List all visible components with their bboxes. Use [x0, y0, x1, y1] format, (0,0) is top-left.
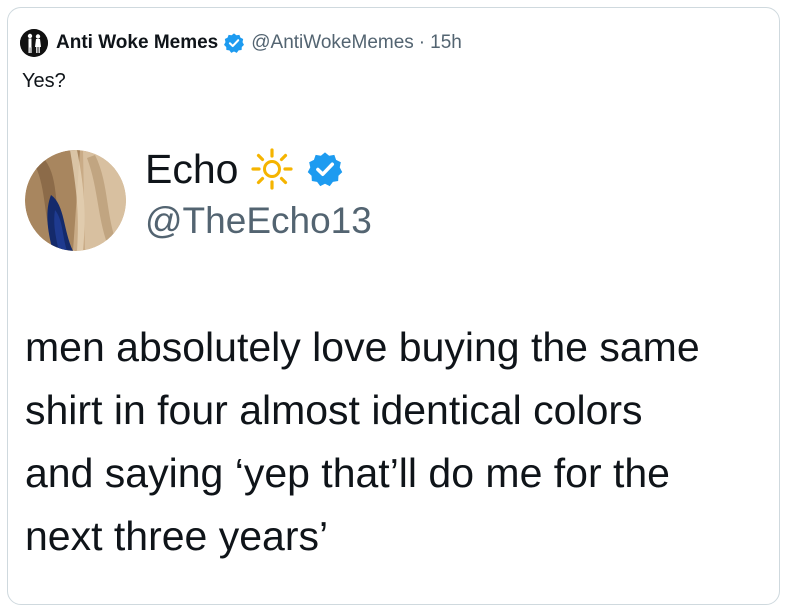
- outer-avatar[interactable]: [20, 29, 48, 57]
- inner-handle[interactable]: @TheEcho13: [145, 200, 372, 242]
- silhouette-figures-icon: [20, 29, 48, 57]
- sun-icon: [250, 147, 294, 191]
- outer-handle[interactable]: @AntiWokeMemes: [251, 32, 414, 54]
- outer-tweet-header: Anti Woke Memes @AntiWokeMemes · 15h: [20, 28, 462, 58]
- inner-author-name[interactable]: Echo: [145, 146, 238, 193]
- tweet-text-line: shirt in four almost identical colors: [25, 387, 643, 433]
- tweet-text-line: and saying ‘yep that’ll do me for the: [25, 450, 670, 496]
- inner-tweet-text: men absolutely love buying the same shir…: [25, 316, 770, 568]
- outer-tweet-text: Yes?: [22, 70, 66, 92]
- tweet-text-line: men absolutely love buying the same: [25, 324, 700, 370]
- tweet-text-line: next three years’: [25, 513, 329, 559]
- verified-badge-icon: [306, 150, 344, 188]
- outer-author-name[interactable]: Anti Woke Memes: [56, 32, 218, 54]
- verified-badge-icon: [223, 32, 245, 54]
- inner-author-row: Echo: [145, 142, 344, 196]
- inner-avatar[interactable]: [25, 150, 126, 251]
- tweet-timestamp[interactable]: 15h: [430, 32, 462, 54]
- separator-dot: ·: [418, 32, 426, 53]
